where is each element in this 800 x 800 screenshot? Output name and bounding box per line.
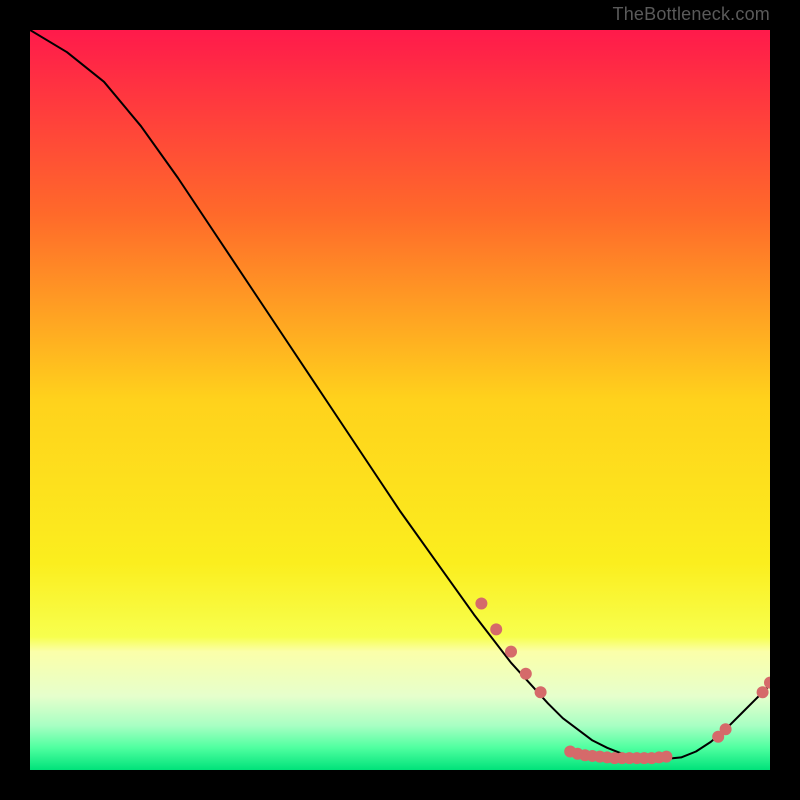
data-marker [757, 686, 769, 698]
data-marker [720, 723, 732, 735]
chart-background [30, 30, 770, 770]
plot-area [30, 30, 770, 770]
data-marker [535, 686, 547, 698]
data-marker [505, 646, 517, 658]
watermark-label: TheBottleneck.com [613, 4, 770, 25]
chart-svg [30, 30, 770, 770]
data-marker [490, 623, 502, 635]
data-marker [475, 598, 487, 610]
chart-stage: TheBottleneck.com [0, 0, 800, 800]
data-marker [520, 668, 532, 680]
data-marker [660, 751, 672, 763]
